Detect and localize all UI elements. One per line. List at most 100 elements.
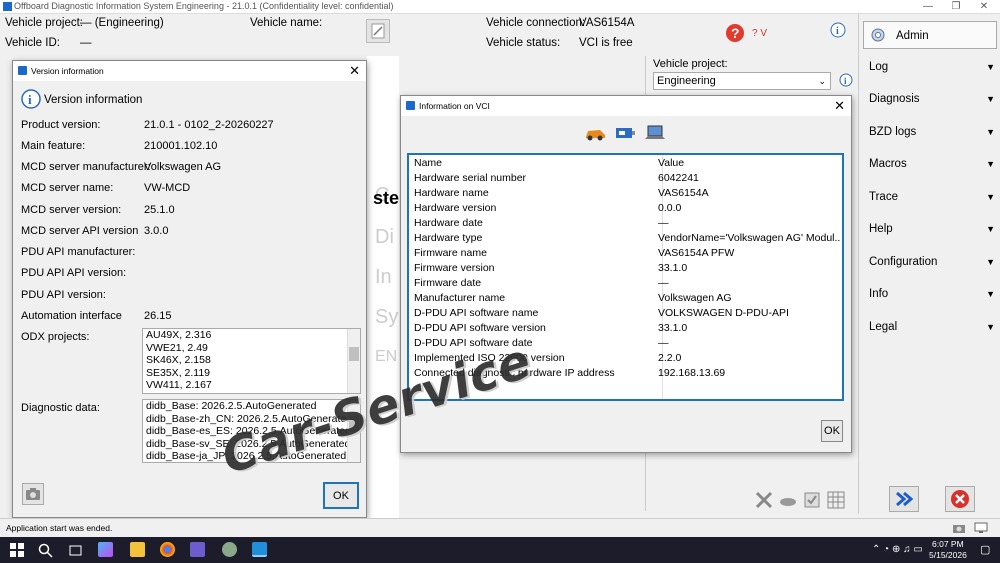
close-icon[interactable]: ✕ [834, 96, 845, 116]
vehicle-name-label: Vehicle name: [250, 17, 323, 29]
car-icon[interactable] [778, 490, 798, 510]
table-row[interactable]: Firmware date — [412, 276, 840, 291]
row-name: Hardware type [414, 232, 483, 244]
grid-icon[interactable] [826, 490, 846, 510]
notification-icon[interactable]: ▢ [980, 543, 990, 556]
help-question-icon[interactable]: ? [724, 22, 746, 47]
odx-projects-label: ODX projects: [21, 331, 90, 343]
sidebar-item-trace[interactable]: Trace ▼ [865, 186, 999, 208]
table-row[interactable]: D-PDU API software name VOLKSWAGEN D-PDU-… [412, 306, 840, 321]
header-name[interactable]: Name [414, 156, 442, 171]
chrome-icon[interactable] [160, 542, 175, 557]
field-value: 3.0.0 [144, 225, 169, 237]
scrollbar-thumb[interactable] [349, 347, 359, 361]
copilot-icon[interactable] [98, 542, 113, 557]
vehicle-connection-label: Vehicle connection: [486, 17, 586, 29]
odis-engineering-icon[interactable] [252, 542, 267, 557]
ok-button[interactable]: OK [821, 420, 843, 442]
row-name: Firmware name [414, 247, 487, 259]
table-row[interactable]: Hardware type VendorName='Volkswagen AG' … [412, 231, 840, 246]
table-row[interactable]: Hardware version 0.0.0 [412, 201, 840, 216]
info-icon[interactable]: i [839, 73, 853, 90]
sidebar-item-macros[interactable]: Macros ▼ [865, 153, 999, 175]
project-panel-label: Vehicle project: [653, 58, 728, 70]
cancel-icon [951, 490, 969, 508]
field-label: MCD server version: [21, 204, 122, 216]
sidebar-item-label: Info [869, 288, 889, 300]
status-message: Application start was ended. [6, 523, 113, 533]
table-row[interactable]: Firmware version 33.1.0 [412, 261, 840, 276]
minimize-button[interactable]: — [918, 0, 938, 14]
window-icon [406, 101, 415, 110]
sidebar-item-log[interactable]: Log ▼ [865, 56, 999, 78]
app-icon [3, 2, 12, 11]
chevron-down-icon: ⌄ [818, 76, 826, 86]
edit-icon [371, 23, 385, 39]
cancel-button[interactable] [945, 486, 975, 512]
sidebar-item-legal[interactable]: Legal ▼ [865, 316, 999, 338]
row-value: VendorName='Volkswagen AG' Modul... [658, 232, 840, 244]
odx-projects-list[interactable]: AU49X, 2.316 VWE21, 2.49 SK46X, 2.158 SE… [142, 328, 361, 394]
windows-start-icon[interactable] [10, 543, 24, 557]
screenshot-button[interactable] [22, 483, 44, 505]
clock-time[interactable]: 6:07 PM [932, 539, 964, 549]
field-value: 21.0.1 - 0102_2-20260227 [144, 119, 274, 131]
tray-icons[interactable]: ⌃ ◔ ⊕ ♫ ▭ [872, 544, 923, 555]
sidebar-item-label: Legal [869, 321, 898, 333]
table-row[interactable]: Hardware name VAS6154A [412, 186, 840, 201]
chevron-down-icon: ▼ [986, 322, 995, 332]
row-name: Hardware version [414, 202, 497, 214]
project-select[interactable]: Engineering ⌄ [653, 72, 831, 90]
search-icon[interactable] [38, 543, 53, 558]
sidebar-item-help[interactable]: Help ▼ [865, 218, 999, 240]
clock-date[interactable]: 5/15/2026 [929, 550, 967, 560]
sidebar-item-info[interactable]: Info ▼ [865, 283, 999, 305]
table-row[interactable]: D-PDU API software version 33.1.0 [412, 321, 840, 336]
vehicle-project-label: Vehicle project: [5, 17, 83, 29]
edit-note-button[interactable] [366, 19, 390, 43]
chevron-down-icon: ▼ [986, 94, 995, 104]
table-row[interactable]: Hardware date — [412, 216, 840, 231]
admin-button[interactable]: Admin [863, 21, 997, 49]
next-button[interactable] [889, 486, 919, 512]
diagnostic-data-label: Diagnostic data: [21, 402, 100, 414]
sidebar-item-bzd-logs[interactable]: BZD logs ▼ [865, 121, 999, 143]
svg-text:i: i [836, 26, 839, 37]
chevron-down-icon: ▼ [986, 159, 995, 169]
table-row[interactable]: Firmware name VAS6154A PFW [412, 246, 840, 261]
odis-icon[interactable] [222, 542, 237, 557]
row-name: Hardware serial number [414, 172, 527, 184]
maximize-button[interactable]: ❐ [946, 0, 966, 14]
header-value[interactable]: Value [658, 156, 840, 171]
sidebar-item-diagnosis[interactable]: Diagnosis ▼ [865, 88, 999, 110]
sidebar: Admin Log ▼ Diagnosis ▼ BZD logs ▼ Macros ▼ … [858, 14, 1000, 514]
info-icon[interactable]: i [830, 22, 846, 41]
svg-text:?: ? [731, 25, 740, 41]
camera-icon [26, 488, 40, 500]
version-window-titlebar: Version information ✕ [13, 61, 366, 81]
ok-button[interactable]: OK [323, 482, 359, 509]
camera-icon[interactable] [952, 521, 966, 535]
info-icon: i [21, 89, 41, 112]
sidebar-item-configuration[interactable]: Configuration ▼ [865, 251, 999, 273]
close-button[interactable]: ✕ [974, 0, 994, 14]
taskbar: ⌃ ◔ ⊕ ♫ ▭ 6:07 PM 5/15/2026 ▢ [0, 537, 1000, 563]
scrollbar[interactable] [347, 329, 360, 393]
close-icon[interactable]: ✕ [349, 61, 360, 81]
field-value: Volkswagen AG [144, 161, 222, 173]
checklist-icon[interactable] [802, 490, 822, 510]
table-row[interactable]: Manufacturer name Volkswagen AG [412, 291, 840, 306]
table-row[interactable]: Hardware serial number 6042241 [412, 171, 840, 186]
window-icon [18, 66, 27, 75]
file-explorer-icon[interactable] [130, 542, 145, 557]
list-item: VWE21, 2.49 [146, 341, 208, 354]
save-app-icon[interactable] [190, 542, 205, 557]
vehicle-status-label: Vehicle status: [486, 37, 561, 49]
vehicle-id-value: — [80, 37, 92, 49]
project-select-value: Engineering [657, 75, 716, 87]
tools-icon[interactable] [754, 490, 774, 510]
row-value: 33.1.0 [658, 262, 688, 274]
vci-device-icons [584, 124, 666, 142]
monitor-icon[interactable] [974, 521, 988, 535]
task-view-icon[interactable] [68, 543, 83, 558]
